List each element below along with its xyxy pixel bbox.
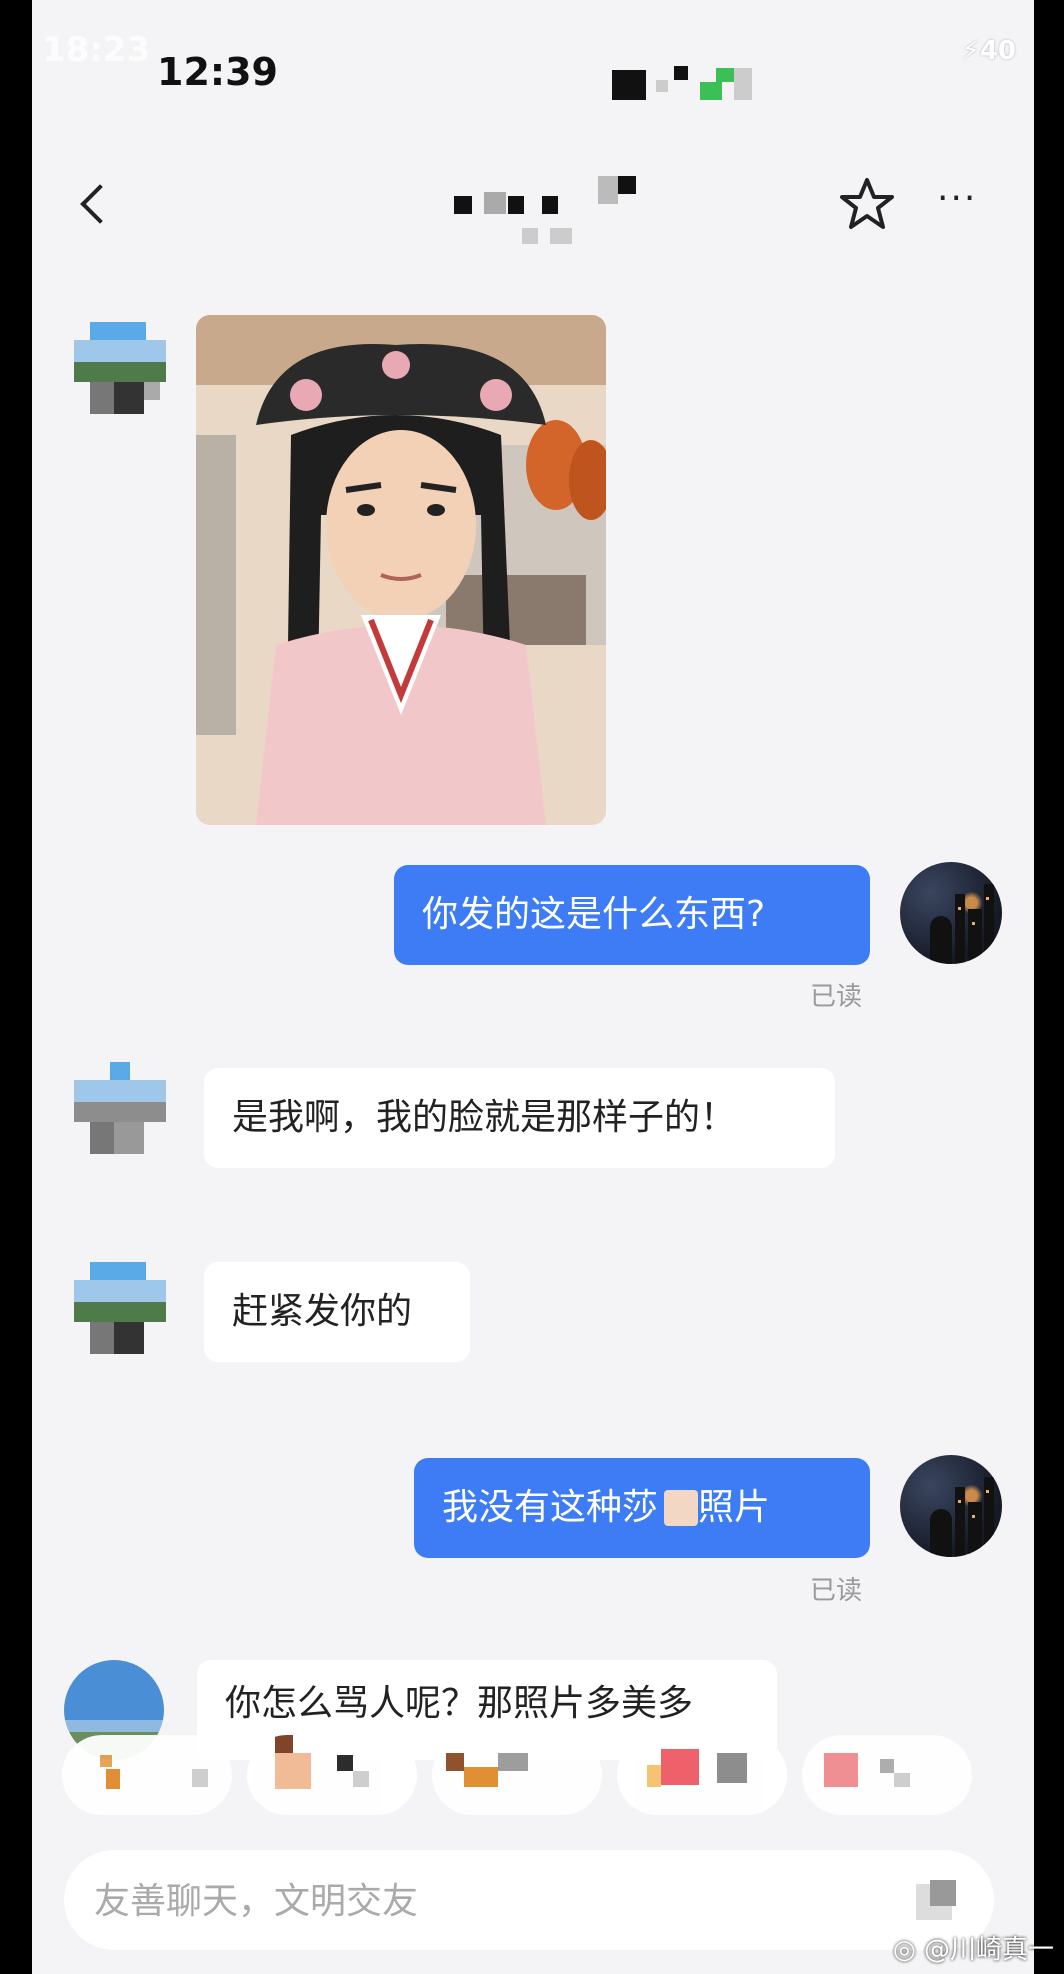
quick-reply-chip[interactable] (617, 1735, 787, 1815)
message-bubble-received[interactable]: 赶紧发你的 (204, 1262, 470, 1362)
image-message-portrait[interactable] (196, 315, 606, 825)
quick-reply-chip[interactable] (62, 1735, 232, 1815)
weibo-watermark: ◎ @川崎真一 (893, 1935, 1054, 1965)
read-receipt: 已读 (810, 1576, 863, 1606)
chat-screen: 18:23 12:39 ⚡40 ··· 你发的这是什么东西? 已读 是我啊，我的… (32, 0, 1034, 1974)
status-icons (612, 66, 752, 100)
contact-avatar[interactable] (74, 1262, 166, 1354)
weibo-icon: ◎ (893, 1935, 916, 1965)
more-options-icon[interactable]: ··· (937, 178, 997, 238)
contact-avatar[interactable] (74, 1062, 166, 1154)
thumb-emoji-icon (664, 1490, 699, 1526)
back-icon (80, 184, 120, 224)
contact-avatar[interactable] (74, 322, 166, 414)
quick-reply-chip[interactable] (247, 1735, 417, 1815)
message-input-bar (64, 1850, 994, 1950)
my-avatar[interactable] (900, 1455, 1002, 1557)
message-text: 赶紧发你的 (232, 1291, 413, 1332)
send-icon[interactable] (906, 1870, 966, 1930)
message-bubble-received[interactable]: 是我啊，我的脸就是那样子的！ (204, 1068, 835, 1168)
favorite-star-icon[interactable] (837, 175, 897, 235)
status-time: 12:39 (157, 50, 278, 94)
message-bubble-sent[interactable]: 我没有这种莎 照片 (414, 1458, 870, 1558)
message-text: 我没有这种莎 (442, 1487, 659, 1528)
overlay-time: 18:23 (42, 30, 151, 70)
message-text: 你发的这是什么东西? (422, 894, 766, 935)
read-receipt: 已读 (810, 982, 863, 1012)
message-text: 是我啊，我的脸就是那样子的！ (232, 1097, 737, 1138)
quick-reply-chip[interactable] (432, 1735, 602, 1815)
quick-reply-bar (62, 1735, 1022, 1825)
my-avatar[interactable] (900, 862, 1002, 964)
battery-level: ⚡40 (961, 36, 1016, 66)
chat-title-pixelated (422, 176, 682, 256)
message-input[interactable] (92, 1875, 876, 1927)
quick-reply-chip[interactable] (802, 1735, 972, 1815)
message-bubble-sent[interactable]: 你发的这是什么东西? (394, 865, 870, 965)
message-text-end: 照片 (698, 1487, 771, 1528)
back-button[interactable] (72, 178, 122, 238)
message-text: 你怎么骂人呢？那照片多美多 (225, 1683, 694, 1724)
